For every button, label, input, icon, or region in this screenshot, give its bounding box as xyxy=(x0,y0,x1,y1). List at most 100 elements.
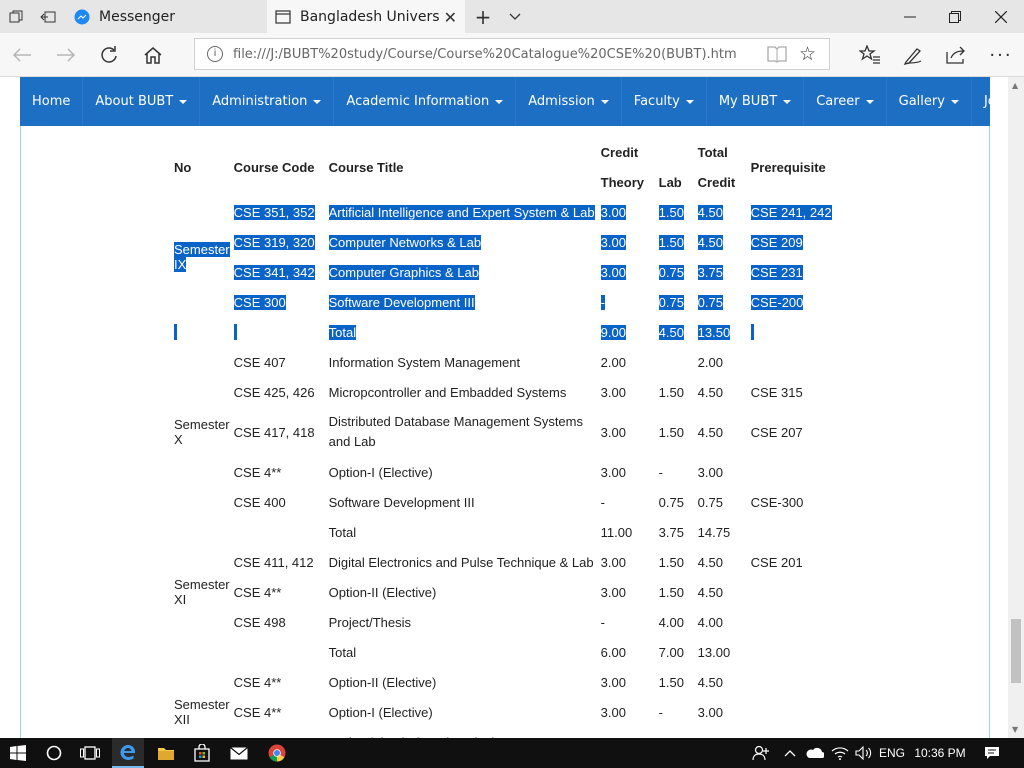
prerequisite xyxy=(749,347,839,377)
minimize-icon[interactable] xyxy=(887,0,933,33)
table-header-row: No Course Code Course Title Credit Total… xyxy=(172,137,839,175)
empty-cell xyxy=(749,637,839,667)
menu-about[interactable]: About BUBT xyxy=(83,77,201,126)
wifi-icon[interactable] xyxy=(828,738,852,768)
set-tabs-aside-icon[interactable] xyxy=(32,0,64,33)
course-title: Option-I (Elective) xyxy=(328,704,433,720)
semester-label-line2: XI xyxy=(174,592,187,607)
caret-down-icon xyxy=(495,99,504,104)
edge-browser-icon[interactable] xyxy=(112,738,144,768)
address-bar[interactable]: i file:///J:/BUBT%20study/Course/Course%… xyxy=(194,38,830,70)
total-credit: 4.50 xyxy=(697,234,723,250)
lab-credit: 1.50 xyxy=(658,584,684,600)
favorites-hub-icon[interactable] xyxy=(850,35,890,75)
table-row: CSE 4** Option-I (Elective) 3.00 - 3.00 xyxy=(172,457,839,487)
restore-icon[interactable] xyxy=(932,0,978,33)
pen-notes-icon[interactable] xyxy=(893,35,933,75)
store-icon[interactable] xyxy=(186,738,218,768)
chrome-icon[interactable] xyxy=(260,738,294,768)
semester-label: Semester XI xyxy=(172,547,232,637)
people-icon[interactable] xyxy=(748,738,774,768)
prerequisite xyxy=(749,577,839,607)
course-code: CSE 300 xyxy=(233,294,286,310)
share-icon[interactable] xyxy=(937,35,977,75)
empty-cell xyxy=(172,517,232,547)
lab-credit: 1.50 xyxy=(658,204,684,220)
clock[interactable]: 10:36 PM xyxy=(910,738,970,768)
table-row: CSE 498 Project/Thesis - 4.00 4.00 xyxy=(172,607,839,637)
menu-administration[interactable]: Administration xyxy=(200,77,335,126)
cortana-search-icon[interactable] xyxy=(38,738,70,768)
course-title: Project/Thesis (Continuation) xyxy=(327,727,599,739)
menu-academic-information[interactable]: Academic Information xyxy=(334,77,517,126)
menu-home[interactable]: Home xyxy=(20,77,84,126)
empty-cell xyxy=(232,517,327,547)
close-tab-icon[interactable]: ✕ xyxy=(444,8,457,27)
tab-bubt[interactable]: Bangladesh University o ✕ xyxy=(267,0,465,33)
menu-faculty[interactable]: Faculty xyxy=(622,77,707,126)
language-indicator[interactable]: ENG xyxy=(878,738,906,768)
theory-credit: - xyxy=(600,494,605,510)
theory-credit: 2.00 xyxy=(600,354,626,370)
menu-gallery[interactable]: Gallery xyxy=(887,77,972,126)
total-label: Total xyxy=(328,644,357,660)
page-scrollbar[interactable]: ▲ ▼ xyxy=(1008,77,1024,738)
total-row: Total 11.00 3.75 14.75 xyxy=(172,517,839,547)
back-arrow-icon[interactable] xyxy=(2,35,42,75)
course-code: CSE 400 xyxy=(233,494,286,510)
course-code: CSE 499 xyxy=(232,727,327,739)
menu-admission[interactable]: Admission xyxy=(516,77,622,126)
theory-credit: 3.00 xyxy=(600,554,626,570)
home-icon[interactable] xyxy=(133,35,173,75)
windows-start-icon[interactable] xyxy=(0,738,36,768)
total-credit: 4.50 xyxy=(697,674,723,690)
menu-my-bubt[interactable]: My BUBT xyxy=(707,77,805,126)
header-prerequisite: Prerequisite xyxy=(750,159,826,175)
course-title: Artificial Intelligence and Expert Syste… xyxy=(328,204,595,220)
close-window-icon[interactable] xyxy=(978,0,1024,33)
menu-label: Admission xyxy=(528,94,595,109)
course-title: Option-I (Elective) xyxy=(328,464,433,480)
onedrive-icon[interactable] xyxy=(802,738,826,768)
favorite-star-icon[interactable]: ☆ xyxy=(799,43,816,65)
action-center-icon[interactable] xyxy=(978,738,1006,768)
scroll-up-icon[interactable]: ▲ xyxy=(1012,81,1018,90)
new-tab-icon[interactable]: + xyxy=(468,0,498,33)
mail-icon[interactable] xyxy=(222,738,256,768)
windows-taskbar: ENG 10:36 PM xyxy=(0,738,1024,768)
menu-label: Career xyxy=(816,94,860,109)
reading-view-icon[interactable] xyxy=(767,45,787,67)
table-row: CSE 425, 426 Micropcontroller and Embadd… xyxy=(172,377,839,407)
scroll-thumb[interactable] xyxy=(1011,619,1021,683)
course-code: CSE 4** xyxy=(233,584,282,600)
refresh-icon[interactable] xyxy=(89,35,129,75)
menu-label: Academic Information xyxy=(346,94,490,109)
menu-journals[interactable]: Journals xyxy=(972,77,1008,126)
scroll-down-icon[interactable]: ▼ xyxy=(1012,725,1018,734)
table-row: CSE 4** Option-II (Elective) 3.00 1.50 4… xyxy=(172,577,839,607)
menu-label: My BUBT xyxy=(718,94,778,109)
course-code: CSE 4** xyxy=(233,464,282,480)
menu-career[interactable]: Career xyxy=(804,77,887,126)
tab-preview-chevron-icon[interactable] xyxy=(500,0,530,33)
lab-credit: 0.75 xyxy=(658,264,684,280)
semester-label-line1: Semester xyxy=(174,417,230,432)
tab-messenger[interactable]: Messenger xyxy=(66,0,266,33)
tray-chevron-up-icon[interactable] xyxy=(780,738,800,768)
task-view-icon[interactable] xyxy=(74,738,106,768)
total-credit: 3.00 xyxy=(697,464,723,480)
lab-credit: 0.75 xyxy=(658,494,684,510)
volume-icon[interactable] xyxy=(852,738,876,768)
tab-actions-icon[interactable] xyxy=(0,0,32,33)
total-credit: 4.50 xyxy=(697,554,723,570)
more-options-icon[interactable]: ··· xyxy=(981,35,1021,75)
total-row: Total 6.00 7.00 13.00 xyxy=(172,637,839,667)
total-credit: 3.75 xyxy=(697,264,723,280)
forward-arrow-icon[interactable] xyxy=(46,35,86,75)
header-course-title: Course Title xyxy=(328,159,404,175)
site-info-icon[interactable]: i xyxy=(207,46,223,62)
total-credit: 4.50 xyxy=(697,204,723,220)
caret-down-icon xyxy=(783,99,792,104)
site-nav-menu: Home About BUBT Administration Academic … xyxy=(20,77,1008,126)
file-explorer-icon[interactable] xyxy=(150,738,182,768)
